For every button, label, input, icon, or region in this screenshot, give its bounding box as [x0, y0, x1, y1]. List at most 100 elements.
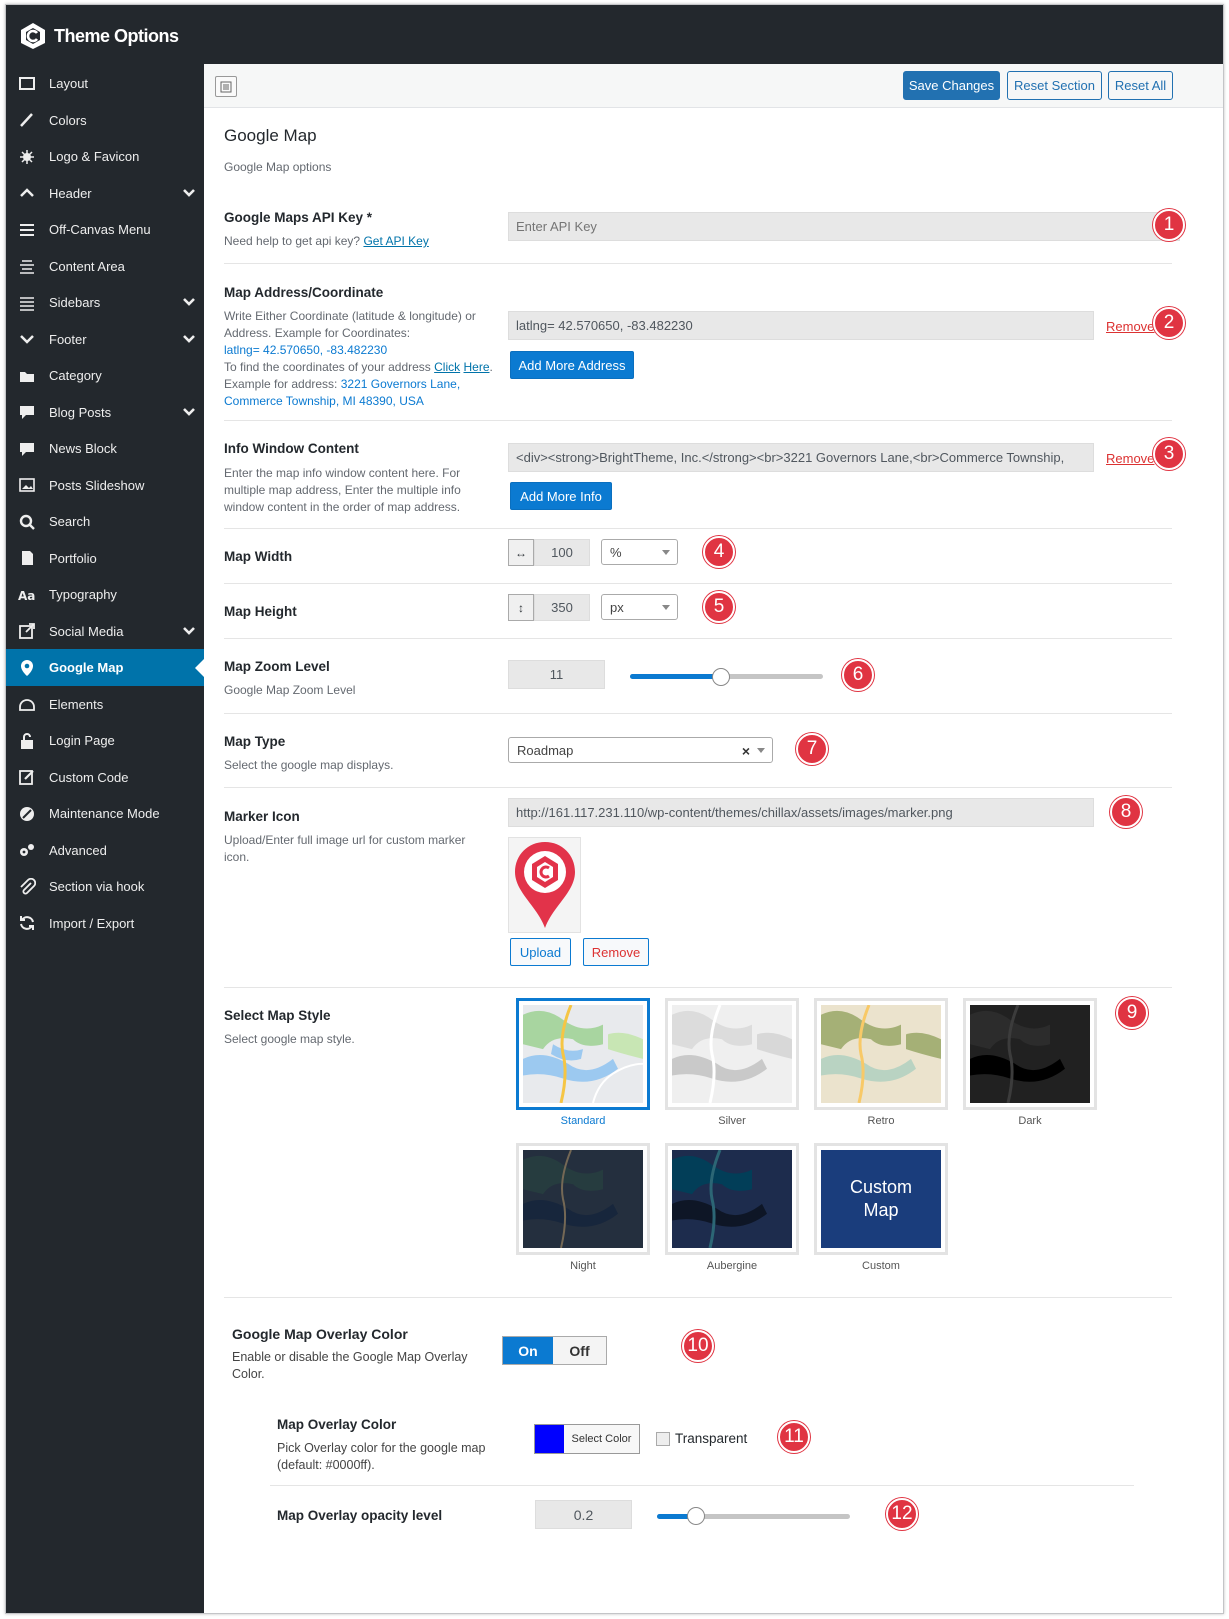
reset-all-button[interactable]: Reset All: [1108, 71, 1173, 100]
get-api-key-link[interactable]: Get API Key: [363, 234, 428, 248]
info-window-input[interactable]: <div><strong>BrightTheme, Inc.</strong><…: [508, 443, 1094, 472]
sidebar-item-posts-slideshow[interactable]: Posts Slideshow: [6, 467, 204, 504]
address-description: Write Either Coordinate (latitude & long…: [224, 309, 493, 408]
zoom-slider-handle[interactable]: [712, 668, 730, 686]
overlay-on-button[interactable]: On: [503, 1337, 553, 1364]
map-style-aubergine[interactable]: [665, 1143, 799, 1255]
map-width-input[interactable]: 100: [534, 539, 590, 566]
sidebar-item-news-block[interactable]: News Block: [6, 430, 204, 467]
sidebar-item-label: Google Map: [49, 660, 124, 675]
sidebar-item-content-area[interactable]: Content Area: [6, 248, 204, 285]
opacity-input[interactable]: 0.2: [535, 1500, 632, 1529]
reset-section-button[interactable]: Reset Section: [1007, 71, 1102, 100]
sidebar-item-off-canvas-menu[interactable]: Off-Canvas Menu: [6, 211, 204, 248]
sidebar-item-colors[interactable]: Colors: [6, 102, 204, 139]
opacity-label: Map Overlay opacity level: [277, 1508, 443, 1523]
theme-options-window: Theme Options Layout Colors Logo & Favicon…: [5, 4, 1224, 1614]
chevron-down-icon[interactable]: [182, 295, 196, 312]
chevron-down-icon[interactable]: [182, 624, 196, 641]
sidebar-item-label: Advanced: [49, 842, 107, 858]
divider: [224, 1297, 1172, 1298]
overlay-switch[interactable]: On Off: [502, 1336, 607, 1365]
sidebar-item-category[interactable]: Category: [6, 357, 204, 394]
edit-icon: [18, 768, 36, 786]
add-more-address-button[interactable]: Add More Address: [510, 351, 634, 379]
sidebar-item-label: Custom Code: [49, 769, 129, 785]
chevron-down-icon[interactable]: [182, 186, 196, 203]
sidebar-item-label: Social Media: [49, 623, 124, 639]
save-changes-button[interactable]: Save Changes: [903, 71, 1000, 100]
info-window-label: Info Window Content: [224, 441, 359, 456]
map-style-dark[interactable]: [963, 998, 1097, 1110]
sidebar-item-advanced[interactable]: Advanced: [6, 832, 204, 869]
sidebar-item-label: Search: [49, 514, 91, 529]
sidebar-item-import-export[interactable]: Import / Export: [6, 905, 204, 942]
map-type-description: Select the google map displays.: [224, 758, 394, 772]
sidebar-item-section-via-hook[interactable]: Section via hook: [6, 868, 204, 905]
overlay-color-label: Map Overlay Color: [277, 1417, 397, 1432]
sidebar-item-custom-code[interactable]: Custom Code: [6, 759, 204, 796]
chevron-down-icon[interactable]: [182, 332, 196, 349]
zoom-level-input[interactable]: 11: [508, 660, 605, 689]
layout-toggle-icon[interactable]: [215, 76, 237, 97]
comment-icon: [18, 403, 36, 421]
here-link[interactable]: Here: [463, 360, 489, 374]
align-icon: [18, 257, 36, 275]
sidebar-item-blog-posts[interactable]: Blog Posts: [6, 394, 204, 431]
transparent-checkbox[interactable]: [656, 1432, 670, 1446]
map-width-unit-select[interactable]: %: [601, 539, 678, 565]
map-style-standard[interactable]: [516, 998, 650, 1110]
map-style-custom[interactable]: Custom Map: [814, 1143, 948, 1255]
upload-button[interactable]: Upload: [510, 938, 571, 966]
divider: [224, 787, 1172, 788]
map-style-silver[interactable]: [665, 998, 799, 1110]
map-style-night[interactable]: [516, 1143, 650, 1255]
api-key-input[interactable]: Enter API Key: [508, 212, 1180, 241]
add-more-info-button[interactable]: Add More Info: [510, 482, 612, 510]
clear-icon[interactable]: ×: [742, 743, 750, 759]
sidebar-item-layout[interactable]: Layout: [6, 65, 204, 102]
transparent-label: Transparent: [675, 1431, 748, 1446]
chevron-down-icon: [662, 605, 670, 610]
sidebar-item-label: Content Area: [49, 258, 125, 274]
marker-icon-description: Upload/Enter full image url for custom m…: [224, 833, 466, 864]
map-type-select[interactable]: Roadmap ×: [508, 737, 773, 763]
sidebar-item-maintenance-mode[interactable]: Maintenance Mode: [6, 795, 204, 832]
opacity-slider-handle[interactable]: [687, 1507, 705, 1525]
info-window-remove-link[interactable]: Remove: [1106, 451, 1154, 466]
sidebar-item-social-media[interactable]: Social Media: [6, 613, 204, 650]
arrow-up-icon: [18, 184, 36, 202]
sidebar-item-login-page[interactable]: Login Page: [6, 722, 204, 759]
sidebar-item-logo-favicon[interactable]: Logo & Favicon: [6, 138, 204, 175]
marker-url-input[interactable]: http://161.117.231.110/wp-content/themes…: [508, 798, 1094, 827]
overlay-off-button[interactable]: Off: [553, 1337, 606, 1364]
map-style-caption: Silver: [718, 1115, 746, 1127]
sidebar-item-elements[interactable]: Elements: [6, 686, 204, 723]
sidebar-item-google-map[interactable]: Google Map: [6, 649, 204, 686]
map-style-retro[interactable]: [814, 998, 948, 1110]
info-window-description: Enter the map info window content here. …: [224, 466, 461, 514]
color-picker-button[interactable]: Select Color: [534, 1424, 640, 1454]
overlay-toggle-label: Google Map Overlay Color: [232, 1326, 408, 1342]
overlay-toggle-description: Enable or disable the Google Map Overlay…: [232, 1350, 468, 1381]
sidebar-item-label: Colors: [49, 112, 87, 128]
chevron-down-icon[interactable]: [182, 405, 196, 422]
sidebar-item-header[interactable]: Header: [6, 175, 204, 212]
sidebar-item-search[interactable]: Search: [6, 503, 204, 540]
map-height-input[interactable]: 350: [534, 594, 590, 621]
address-remove-link[interactable]: Remove: [1106, 319, 1154, 334]
star-icon: [18, 148, 36, 166]
sidebar-item-sidebars[interactable]: Sidebars: [6, 284, 204, 321]
marker-remove-button[interactable]: Remove: [583, 938, 649, 966]
click-here-link[interactable]: Click: [434, 360, 460, 374]
address-input[interactable]: latlng= 42.570650, -83.482230: [508, 311, 1094, 340]
map-height-unit-select[interactable]: px: [601, 594, 678, 620]
callout-badge-9: 9: [1116, 997, 1148, 1029]
select-color-label: Select Color: [571, 1433, 632, 1445]
sidebar-item-footer[interactable]: Footer: [6, 321, 204, 358]
retro-map-preview: [821, 1004, 941, 1104]
overlay-color-description: Pick Overlay color for the google map (d…: [277, 1441, 486, 1472]
menu-icon: [18, 221, 36, 239]
sidebar-item-typography[interactable]: Aa Typography: [6, 576, 204, 613]
sidebar-item-portfolio[interactable]: Portfolio: [6, 540, 204, 577]
